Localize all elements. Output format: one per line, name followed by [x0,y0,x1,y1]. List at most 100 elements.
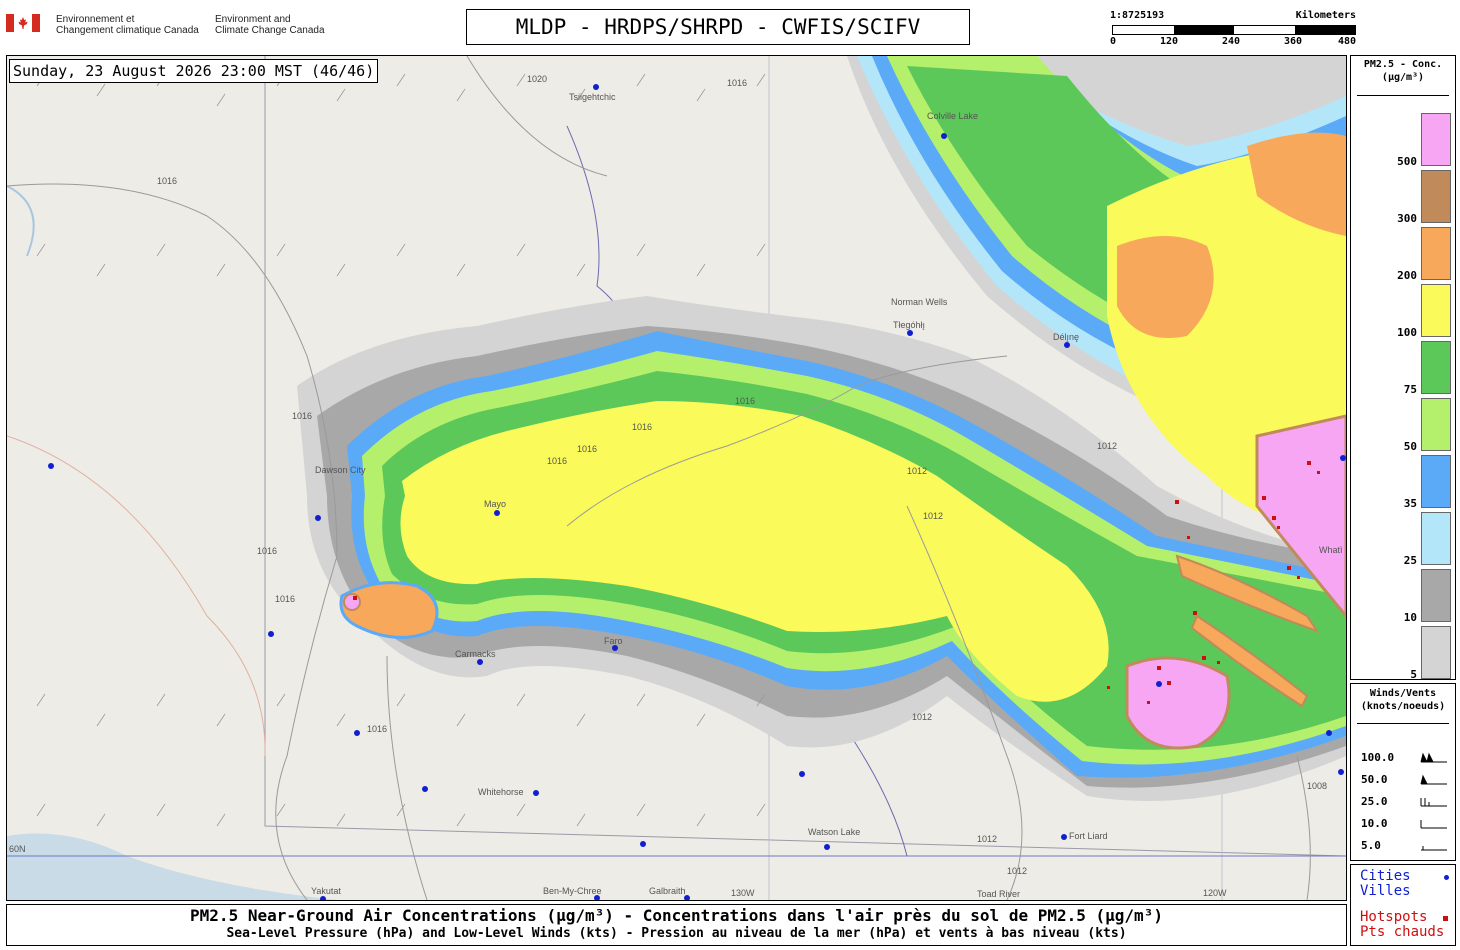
isobar-label: 1012 [907,466,928,476]
cities-label-en: Cities [1360,868,1411,884]
scale-unit: Kilometers [1295,10,1356,21]
isobar-label: 1020 [527,74,548,84]
wind-speed-label: 25.0 [1361,795,1388,808]
caption-pressure-winds: Sea-Level Pressure (hPa) and Low-Level W… [226,926,1127,941]
legend-swatch [1421,512,1451,565]
legend-swatch [1421,170,1451,223]
graticule-label: 120W [1203,888,1227,898]
legend-level-label: 50 [1403,440,1417,453]
pm25-south-500 [1125,656,1231,750]
place-label: Whatì [1319,545,1343,555]
legend-level-label: 25 [1403,554,1417,567]
graticule-label: 60N [9,844,26,854]
isobar-label: 1016 [292,411,313,421]
isobar-label: 1016 [577,444,598,454]
legend-level-label: 300 [1397,212,1417,225]
legend-level-label: 500 [1397,155,1417,168]
legend-swatch [1421,227,1451,280]
wind-barb-50-icon [1420,774,1447,785]
isobar-label: 1012 [1007,866,1028,876]
legend-level-label: 35 [1403,497,1417,510]
place-label: Tsiigehtchic [569,92,616,102]
isobar-label: 1016 [547,456,568,466]
winds-divider [1357,723,1449,724]
scale-ratio: 1:8725193 [1110,10,1165,21]
wind-barb-25-icon [1420,798,1447,807]
legend-level-label: 5 [1410,668,1417,681]
place-label: Galbraith [649,886,686,896]
place-label: Norman Wells [891,297,948,307]
org-en-line1: Environment and [215,14,291,25]
hotspot-square-icon [1443,916,1448,921]
graticule-label: 130W [731,888,755,898]
wind-speed-label: 10.0 [1361,817,1388,830]
isobar-label: 1016 [727,78,748,88]
scale-ticks: 0 120 240 360 480 [1110,36,1358,48]
ocean-water [7,833,337,900]
legend-level-label: 75 [1403,383,1417,396]
place-label: Faro [604,636,623,646]
isobar-label: 1016 [735,396,756,406]
isobar-label: 1012 [923,511,944,521]
winds-title-line1: Winds/Vents [1369,688,1437,699]
place-label: Toad River [977,889,1021,899]
river [7,185,35,257]
map-captions: PM2.5 Near-Ground Air Concentrations (µg… [6,904,1347,946]
winds-title: Winds/Vents (knots/noeuds) [1351,687,1455,713]
isobar-label: 1016 [367,724,388,734]
org-name-french: Environnement et Changement climatique C… [56,14,199,36]
isobar-label: 1012 [912,712,933,722]
city-dot-icon [1444,875,1449,880]
place-label: Tłegóhłı̨ [893,320,926,330]
road [7,435,266,757]
isobar-label: 1016 [275,594,296,604]
wind-speed-label: 50.0 [1361,773,1388,786]
place-label: Colville Lake [927,111,979,121]
legend-swatch [1421,569,1451,622]
legend-swatch [1421,626,1451,679]
legend-level-label: 10 [1403,611,1417,624]
cities-key: Cities Villes [1360,869,1411,899]
place-label: Dawson City [315,465,366,475]
hotspots-label-fr: Pts chauds [1360,924,1445,940]
place-label: Ben-My-Chree [543,886,602,896]
legend-level-label: 100 [1397,326,1417,339]
org-fr-line1: Environnement et [56,14,135,25]
isobar-label: 1016 [157,176,178,186]
scale-bar-segments [1112,25,1356,35]
isobar-label: 1016 [632,422,653,432]
map-canvas[interactable] [7,56,1346,900]
place-label: Whitehorse [478,787,524,797]
caption-pm25: PM2.5 Near-Ground Air Concentrations (µg… [190,906,1163,925]
hotspots-key: Hotspots Pts chauds [1360,910,1444,940]
isobar-label: 1012 [1097,441,1118,451]
scale-tick: 240 [1222,36,1241,47]
legend-level-label: 200 [1397,269,1417,282]
legend-title: PM2.5 - Conc. (µg/m³) [1351,58,1455,84]
map-panel[interactable]: 1020 1016 1016 1016 1016 1016 1016 1016 … [6,55,1347,901]
canada-flag-icon [6,14,40,32]
legend-swatch [1421,398,1451,451]
scale-tick: 360 [1284,36,1303,47]
wind-speed-label: 100.0 [1361,751,1395,764]
winds-title-line2: (knots/noeuds) [1360,701,1446,712]
hotspots-label-en: Hotspots [1360,909,1428,925]
org-en-line2: Climate Change Canada [215,25,325,36]
place-label: Mayo [484,499,507,509]
legend-swatch [1421,284,1451,337]
place-label: Fort Liard [1069,831,1108,841]
pm25-legend: PM2.5 - Conc. (µg/m³) 500 300 200 100 75 50 35… [1350,55,1456,681]
place-label: Yakutat [311,886,341,896]
isobar-label: 1016 [257,546,278,556]
forecast-datetime: Sunday, 23 August 2026 23:00 MST (46/46) [9,59,379,83]
place-label: Watson Lake [808,827,861,837]
scale-tick: 0 [1110,36,1117,47]
isobar-label: 1012 [977,834,998,844]
scale-bar: 1:8725193 Kilometers 0 120 240 360 480 [1110,10,1356,50]
wind-speed-label: 5.0 [1361,839,1381,852]
scale-tick: 120 [1160,36,1179,47]
symbol-key: Cities Villes Hotspots Pts chauds [1350,864,1456,946]
place-label: Carmacks [455,649,496,659]
org-fr-line2: Changement climatique Canada [56,25,199,36]
legend-swatch [1421,341,1451,394]
